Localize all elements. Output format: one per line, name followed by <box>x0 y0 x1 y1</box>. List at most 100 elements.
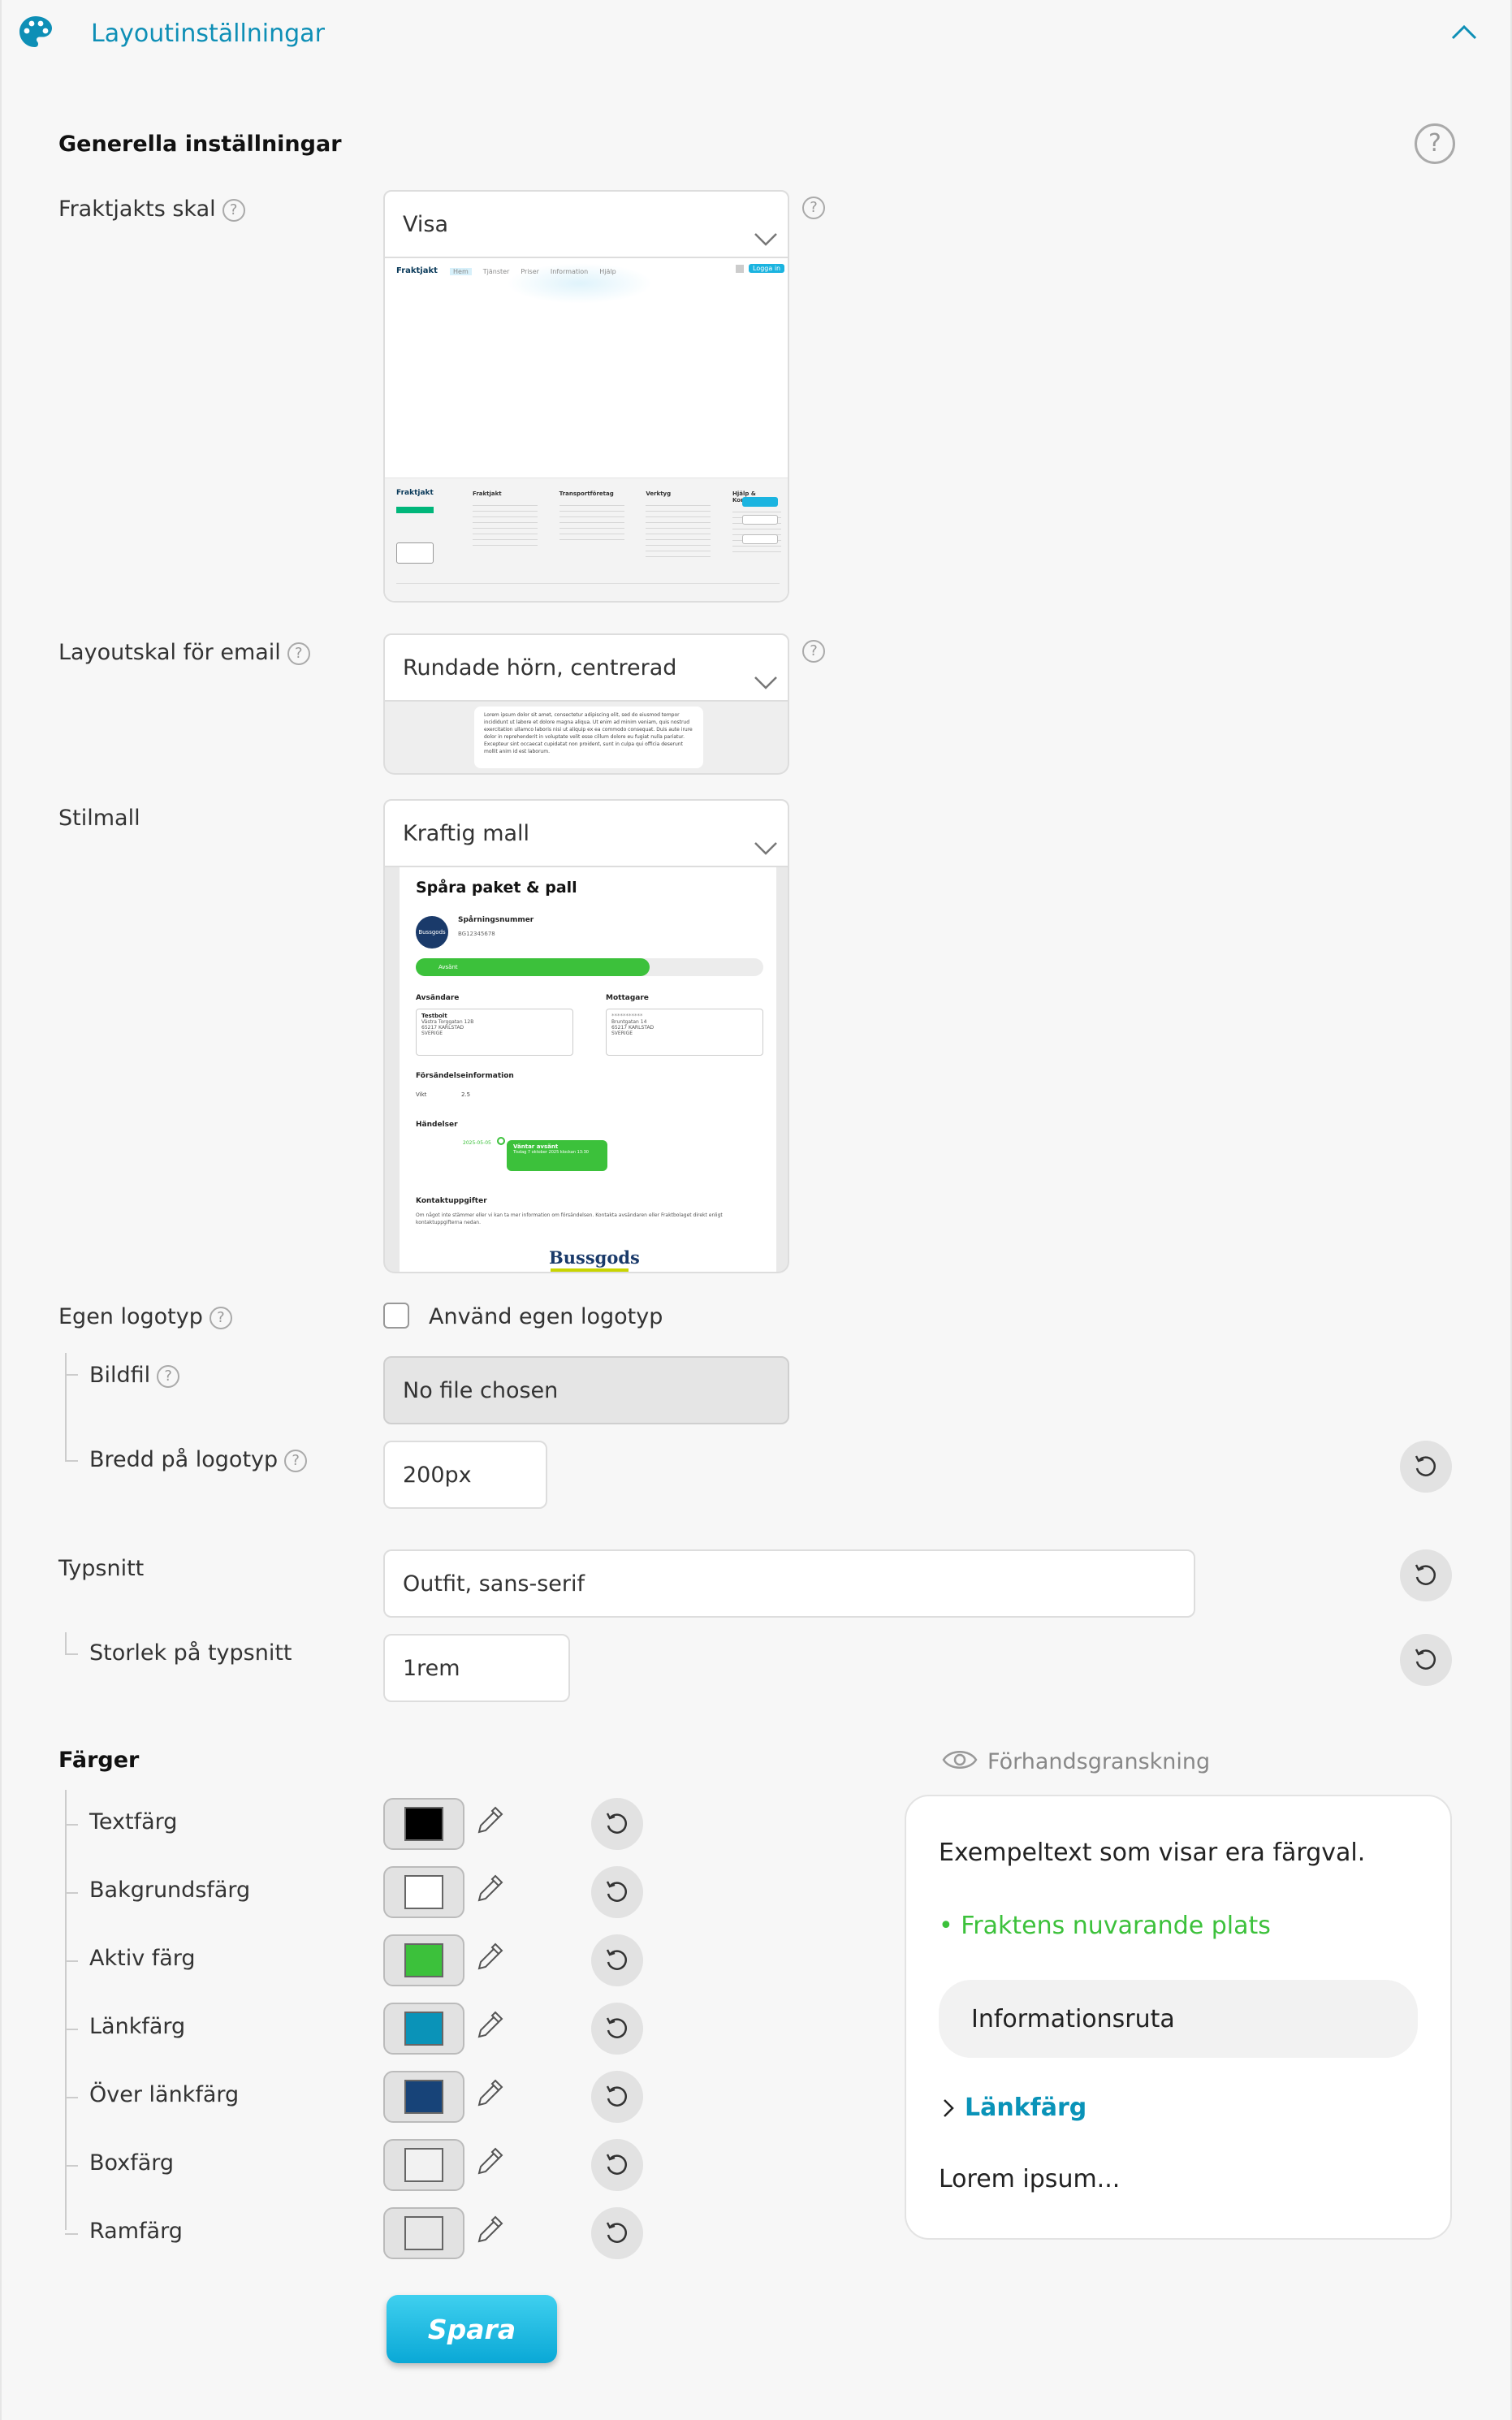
eyedropper-icon[interactable] <box>473 2007 507 2042</box>
reset-icon <box>1415 1455 1436 1476</box>
email-shell-select-value: Rundade hörn, centrerad <box>403 655 677 681</box>
nav-item: Hem <box>450 268 472 275</box>
tree-line <box>65 1824 78 1826</box>
color-picker-button[interactable] <box>383 2003 464 2055</box>
tree-line <box>65 2029 78 2030</box>
logo-width-label: Bredd på logotyp? <box>89 1447 308 1472</box>
help-icon[interactable]: ? <box>284 1449 308 1472</box>
color-label: Boxfärg <box>89 2150 175 2176</box>
preview-title: Förhandsgranskning <box>987 1749 1211 1774</box>
shell-footer-logo: Fraktjakt <box>396 489 434 497</box>
event-dot <box>497 1137 505 1145</box>
sender-line: Västra Torggatan 12B <box>421 1019 474 1025</box>
reset-button[interactable] <box>591 2071 643 2123</box>
reset-icon <box>606 1949 627 1970</box>
shell-preview-icon <box>736 265 744 273</box>
sender-label: Avsändare <box>416 994 460 1002</box>
reset-button[interactable] <box>591 1934 643 1986</box>
general-settings-title: Generella inställningar <box>58 132 342 157</box>
shell-preview-login: Logga in <box>749 264 785 273</box>
help-icon[interactable]: ? <box>802 197 825 219</box>
color-swatch <box>404 2012 443 2046</box>
eyedropper-icon[interactable] <box>473 1939 507 1973</box>
tracking-number-label: Spårningsnummer <box>458 916 534 924</box>
email-shell-select[interactable]: Rundade hörn, centrerad <box>383 633 789 702</box>
shell-preview-nav: Hem Tjänster Priser Information Hjälp <box>450 268 616 275</box>
color-label: Textfärg <box>89 1809 178 1834</box>
save-button[interactable]: Spara <box>387 2295 557 2363</box>
color-swatch <box>404 2216 443 2250</box>
style-select[interactable]: Kraftig mall <box>383 799 789 867</box>
reset-button[interactable] <box>591 1866 643 1918</box>
color-picker-button[interactable] <box>383 2139 464 2191</box>
sender-box: Testbolt Västra Torggatan 12B 65217 KARL… <box>416 1009 573 1056</box>
section-header-title[interactable]: Layoutinställningar <box>91 19 325 48</box>
event-bubble: Väntar avsänt Tisdag 7 oktober 2025 kloc… <box>507 1140 607 1171</box>
font-size-input[interactable]: 1rem <box>383 1634 570 1702</box>
help-icon[interactable]: ? <box>287 642 310 665</box>
color-preview-card: Exempeltext som visar era färgval. • Fra… <box>905 1795 1452 2240</box>
contact-label: Kontaktuppgifter <box>416 1197 487 1205</box>
tree-line <box>65 1632 67 1653</box>
color-picker-button[interactable] <box>383 2207 464 2259</box>
carrier-logo: Bussgods <box>416 916 448 949</box>
chevron-right-icon <box>944 2099 954 2117</box>
use-own-logo-checkbox[interactable] <box>383 1303 409 1329</box>
shell-select[interactable]: Visa <box>383 190 789 258</box>
sender-line: 65217 KARLSTAD <box>421 1025 464 1031</box>
eyedropper-icon[interactable] <box>473 2076 507 2110</box>
help-icon[interactable]: ? <box>802 640 825 663</box>
style-select-value: Kraftig mall <box>403 820 530 846</box>
file-input[interactable]: No file chosen <box>383 1356 789 1424</box>
preview-link[interactable]: Länkfärg <box>965 2094 1086 2122</box>
reset-button[interactable] <box>1400 1549 1452 1601</box>
email-shell-preview: Lorem ipsum dolor sit amet, consectetur … <box>383 702 789 775</box>
help-icon[interactable]: ? <box>157 1364 180 1388</box>
font-input[interactable]: Outfit, sans-serif <box>383 1549 1195 1618</box>
color-picker-button[interactable] <box>383 1798 464 1850</box>
weight-label: Vikt <box>416 1091 427 1098</box>
shell-label: Fraktjakts skal? <box>58 197 245 222</box>
eyedropper-icon[interactable] <box>473 1871 507 1905</box>
shipment-info-label: Försändelseinformation <box>416 1072 514 1080</box>
use-own-logo-label[interactable]: Använd egen logotyp <box>429 1304 663 1329</box>
reset-button[interactable] <box>591 1798 643 1850</box>
help-icon[interactable]: ? <box>209 1306 232 1329</box>
reset-icon <box>1415 1649 1436 1670</box>
tree-line <box>65 2233 78 2235</box>
chevron-down-icon <box>754 842 777 855</box>
reset-button[interactable] <box>591 2003 643 2055</box>
tree-line <box>65 2097 78 2098</box>
chevron-up-icon[interactable] <box>1450 21 1478 42</box>
tree-line <box>65 1790 67 2230</box>
color-picker-button[interactable] <box>383 1934 464 1986</box>
color-swatch <box>404 2080 443 2114</box>
reset-button[interactable] <box>1400 1441 1452 1493</box>
nav-item: Hjälp <box>599 268 616 275</box>
footer-col-title: Fraktjakt <box>473 490 502 497</box>
color-picker-button[interactable] <box>383 2071 464 2123</box>
progress-fill: Avsänt <box>416 958 650 976</box>
eyedropper-icon[interactable] <box>473 2212 507 2246</box>
font-size-label: Storlek på typsnitt <box>89 1640 292 1666</box>
eyedropper-icon[interactable] <box>473 2144 507 2178</box>
reset-button[interactable] <box>591 2207 643 2259</box>
preview-sample-text: Exempeltext som visar era färgval. <box>939 1839 1366 1867</box>
eyedropper-icon[interactable] <box>473 1803 507 1837</box>
style-label: Stilmall <box>58 806 140 831</box>
logo-width-input[interactable]: 200px <box>383 1441 547 1509</box>
color-picker-button[interactable] <box>383 1866 464 1918</box>
rating-badge <box>396 542 434 564</box>
help-icon[interactable]: ? <box>222 198 245 222</box>
carrier-brand-underline <box>551 1268 629 1272</box>
reset-button[interactable] <box>1400 1634 1452 1686</box>
contact-text: Om något inte stämmer eller vi kan ta me… <box>416 1212 723 1225</box>
reset-button[interactable] <box>591 2139 643 2191</box>
shell-select-value: Visa <box>403 211 448 237</box>
shell-footer-button <box>742 497 778 507</box>
nav-item: Tjänster <box>482 268 510 275</box>
style-preview: Spåra paket & pall Bussgods Spårningsnum… <box>383 867 789 1273</box>
help-icon[interactable]: ? <box>1415 123 1455 164</box>
color-label: Länkfärg <box>89 2014 186 2039</box>
email-preview-text: Lorem ipsum dolor sit amet, consectetur … <box>474 707 703 768</box>
